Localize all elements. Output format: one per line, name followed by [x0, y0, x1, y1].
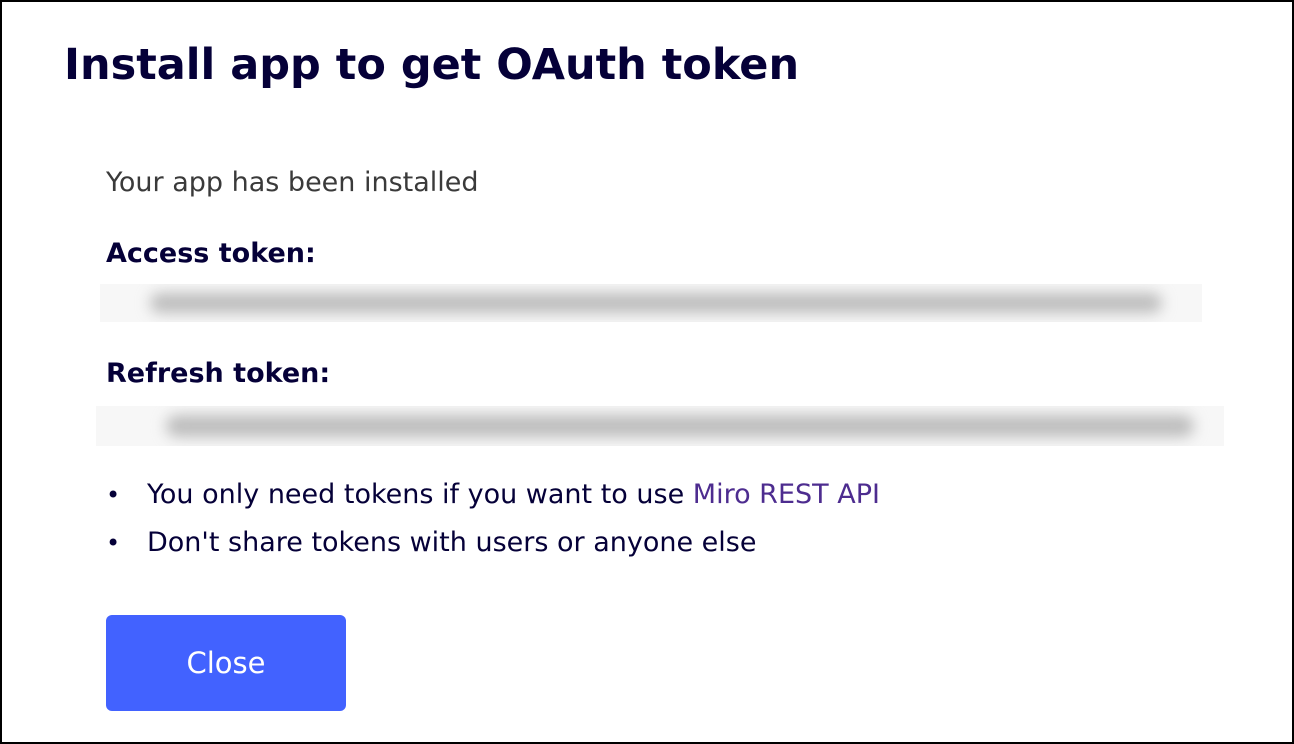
access-token-value[interactable] [100, 284, 1202, 322]
dialog-title: Install app to get OAuth token [64, 40, 800, 90]
note-text: Don't share tokens with users or anyone … [147, 527, 757, 558]
refresh-token-label: Refresh token: [106, 358, 331, 389]
access-token-label: Access token: [106, 238, 316, 269]
note-text-prefix: You only need tokens if you want to use [147, 479, 693, 510]
oauth-token-dialog: Install app to get OAuth token Your app … [0, 0, 1294, 744]
note-text: You only need tokens if you want to use … [147, 476, 880, 514]
install-status-text: Your app has been installed [106, 167, 479, 198]
bullet-icon: • [106, 529, 121, 557]
refresh-token-redacted [166, 415, 1194, 437]
close-button[interactable]: Close [106, 615, 346, 711]
miro-rest-api-link[interactable]: Miro REST API [693, 479, 880, 510]
refresh-token-value[interactable] [96, 406, 1224, 446]
access-token-redacted [150, 293, 1162, 313]
bullet-icon: • [106, 481, 121, 509]
